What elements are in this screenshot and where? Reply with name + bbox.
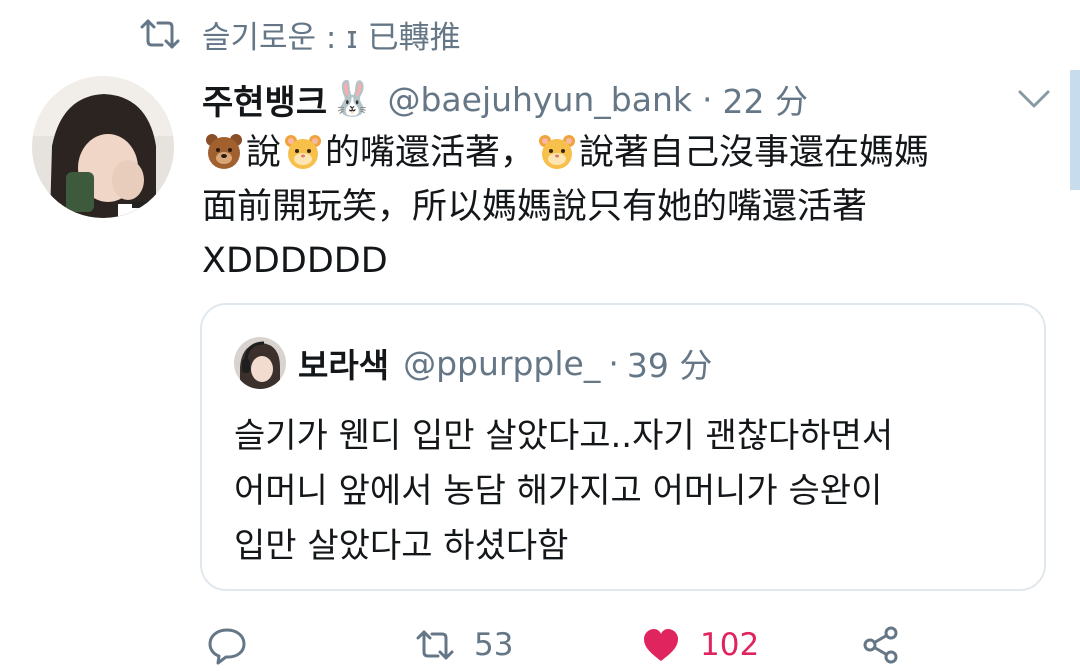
tweet-text-line: 說 的嘴還活著， 說著自己沒事還在媽媽 [202, 126, 1062, 180]
quoted-text-line: 슬기가 웬디 입만 살았다고..자기 괜찮다하면서 [234, 416, 894, 456]
tweet-text-line: 面前開玩笑，所以媽媽說只有她的嘴還活著 [202, 187, 868, 227]
quoted-tweet-text: 슬기가 웬디 입만 살았다고..자기 괜찮다하면서 어머니 앞에서 농담 해가지… [234, 409, 1024, 574]
share-button[interactable] [860, 620, 902, 670]
tweet-text-fragment: 說 [246, 133, 282, 173]
reply-icon [208, 628, 246, 665]
tweet-text-fragment: 說著自己沒事還在媽媽 [579, 133, 930, 173]
quoted-handle: @ppurpple_ [403, 343, 601, 383]
tweet-text-line: XDDDDDD [202, 241, 388, 281]
quoted-tweet-card[interactable]: 보라색 @ppurpple_ · 39 分 슬기가 웬디 입만 살았다고..자기… [200, 303, 1046, 591]
avatar[interactable] [32, 76, 174, 218]
tweet-page: 슬기로운 : ɪ 已轉推 주현뱅크 🐰 @baejuhyun_bank · 22… [0, 0, 1080, 671]
scroll-indicator [1070, 70, 1080, 190]
separator-dot: · [702, 79, 713, 119]
action-bar: 53 102 [200, 620, 920, 670]
quoted-tweet-header: 보라색 @ppurpple_ · 39 分 [234, 335, 712, 391]
retweet-icon [416, 630, 454, 660]
heart-filled-icon [644, 629, 678, 661]
quoted-text-line: 입만 살았다고 하셨다함 [234, 526, 569, 566]
timestamp[interactable]: 22 分 [723, 75, 808, 123]
quoted-timestamp: 39 分 [626, 346, 713, 385]
share-icon [863, 626, 898, 664]
quoted-text-line: 어머니 앞에서 농담 해가지고 어머니가 승완이 [234, 471, 883, 511]
hamster-face-emoji [539, 135, 576, 169]
retweet-count: 53 [474, 627, 514, 663]
chevron-down-icon[interactable] [1016, 86, 1052, 112]
handle[interactable]: @baejuhyun_bank [387, 80, 692, 119]
quoted-avatar [234, 337, 286, 389]
quoted-display-name: 보라색 [298, 346, 390, 385]
retweet-context[interactable]: 슬기로운 : ɪ 已轉推 [140, 12, 461, 56]
hamster-face-emoji [285, 135, 322, 169]
separator-dot: · [608, 343, 619, 383]
reply-button[interactable] [206, 620, 248, 670]
like-button[interactable]: 102 [640, 620, 759, 670]
bear-face-emoji [206, 134, 242, 169]
retweet-icon [140, 19, 180, 49]
retweet-context-text: 슬기로운 : ɪ 已轉推 [202, 19, 461, 56]
rabbit-emoji: 🐰 [331, 79, 374, 119]
tweet-text: 說 的嘴還活著， 說著自己沒事還在媽媽 面前開玩笑，所以媽媽說只有她的嘴還活著 … [202, 126, 1062, 288]
tweet-header: 주현뱅크 🐰 @baejuhyun_bank · 22 分 [202, 74, 808, 124]
like-count: 102 [700, 627, 760, 663]
tweet-text-fragment: 的嘴還活著， [325, 133, 536, 173]
display-name[interactable]: 주현뱅크 [202, 75, 327, 124]
retweet-button[interactable]: 53 [414, 620, 513, 670]
